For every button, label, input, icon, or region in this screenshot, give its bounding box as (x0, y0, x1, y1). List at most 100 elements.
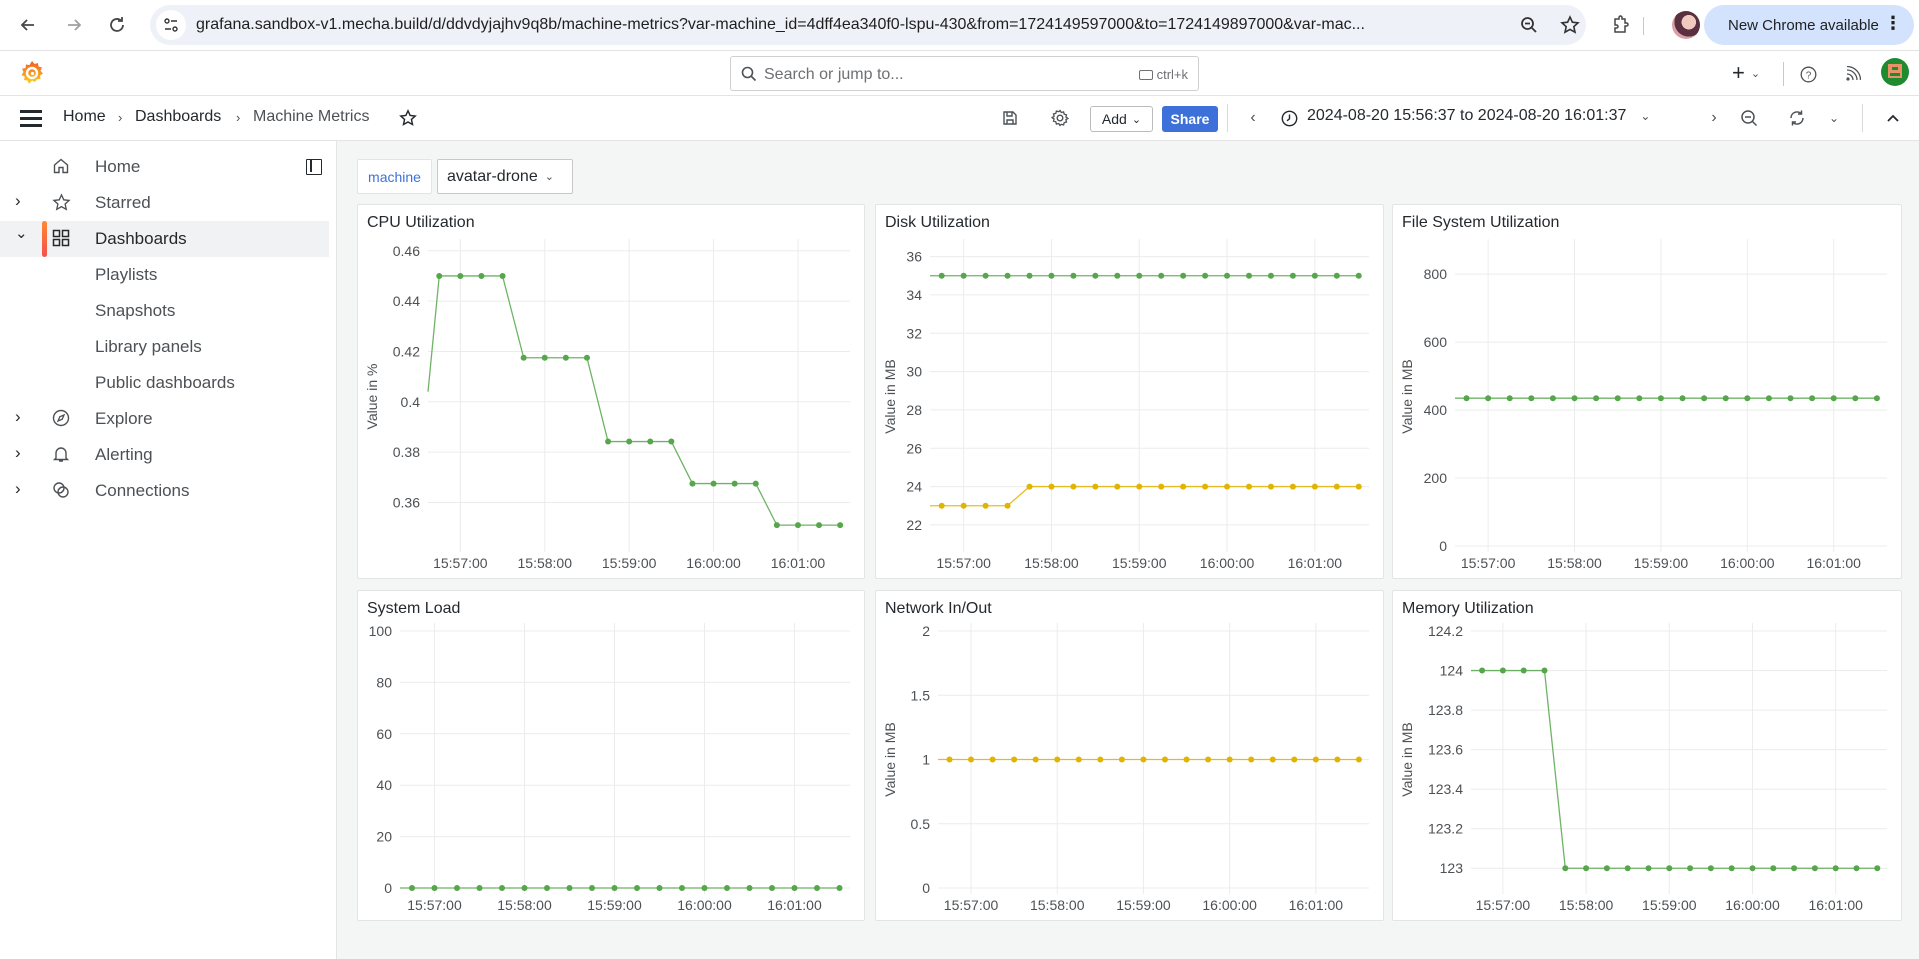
data-point[interactable] (1118, 756, 1125, 763)
sidebar-item-snapshots[interactable]: Snapshots (0, 293, 329, 329)
chevron-right-icon[interactable]: › (15, 443, 21, 463)
reload-icon[interactable] (101, 9, 133, 41)
data-point[interactable] (1291, 756, 1298, 763)
data-point[interactable] (1054, 756, 1061, 763)
data-point[interactable] (1593, 395, 1600, 402)
data-point[interactable] (1158, 483, 1165, 490)
data-point[interactable] (1048, 483, 1055, 490)
panel-memory-utilization[interactable]: Memory Utilization 123 123.2 123.4 123.6 123.… (1392, 590, 1902, 921)
panel-file-system-utilization[interactable]: File System Utilization 0 200 400 600 800 15:5… (1392, 204, 1902, 579)
data-point[interactable] (1334, 756, 1341, 763)
data-point[interactable] (1852, 395, 1859, 402)
time-back-icon[interactable]: ‹ (1244, 108, 1262, 128)
data-point[interactable] (436, 272, 443, 279)
data-point[interactable] (1267, 272, 1274, 279)
data-point[interactable] (1070, 483, 1077, 490)
data-point[interactable] (1506, 395, 1513, 402)
data-point[interactable] (1811, 865, 1818, 872)
data-point[interactable] (1011, 756, 1018, 763)
data-point[interactable] (1246, 483, 1253, 490)
user-avatar[interactable] (1881, 58, 1909, 86)
data-point[interactable] (1355, 483, 1362, 490)
data-point[interactable] (1874, 865, 1881, 872)
data-point[interactable] (746, 885, 753, 891)
data-point[interactable] (1830, 395, 1837, 402)
data-point[interactable] (1311, 272, 1318, 279)
data-point[interactable] (1749, 865, 1756, 872)
time-range-picker[interactable]: 2024-08-20 15:56:37 to 2024-08-20 16:01:… (1307, 107, 1650, 125)
data-point[interactable] (1140, 756, 1147, 763)
data-point[interactable] (689, 480, 696, 487)
bookmark-star-icon[interactable] (1554, 9, 1586, 41)
clock-icon[interactable] (1279, 108, 1299, 128)
settings-icon[interactable] (1050, 108, 1070, 128)
data-point[interactable] (1224, 483, 1231, 490)
data-point[interactable] (626, 438, 633, 445)
search-input[interactable]: Search or jump to... ctrl+k (730, 56, 1199, 91)
data-point[interactable] (1224, 272, 1231, 279)
data-point[interactable] (478, 272, 485, 279)
data-point[interactable] (1832, 865, 1839, 872)
data-point[interactable] (1687, 865, 1694, 872)
data-point[interactable] (731, 480, 738, 487)
share-button[interactable]: Share (1162, 106, 1218, 132)
data-point[interactable] (1289, 483, 1296, 490)
data-point[interactable] (1636, 395, 1643, 402)
data-point[interactable] (1479, 667, 1486, 674)
data-point[interactable] (541, 354, 548, 361)
data-point[interactable] (1355, 756, 1362, 763)
data-point[interactable] (1787, 395, 1794, 402)
data-point[interactable] (1809, 395, 1816, 402)
extensions-icon[interactable] (1604, 9, 1636, 41)
data-point[interactable] (1289, 272, 1296, 279)
panel-disk-utilization[interactable]: Disk Utilization 22 24 26 28 30 32 34 36 15:57:00… (875, 204, 1384, 579)
chevron-right-icon[interactable]: › (15, 407, 21, 427)
data-point[interactable] (1333, 272, 1340, 279)
menu-icon[interactable] (20, 110, 42, 127)
data-point[interactable] (476, 885, 483, 891)
breadcrumb-dashboards[interactable]: Dashboards (135, 108, 221, 126)
data-point[interactable] (1004, 502, 1011, 509)
data-point[interactable] (1161, 756, 1168, 763)
data-point[interactable] (1614, 395, 1621, 402)
refresh-icon[interactable] (1786, 108, 1808, 128)
data-point[interactable] (791, 885, 798, 891)
data-point[interactable] (1183, 756, 1190, 763)
data-point[interactable] (1048, 272, 1055, 279)
data-point[interactable] (773, 522, 780, 529)
data-point[interactable] (752, 480, 759, 487)
sidebar-item-connections[interactable]: › Connections (0, 473, 329, 509)
data-point[interactable] (1158, 272, 1165, 279)
grafana-logo[interactable] (19, 60, 45, 86)
data-point[interactable] (1645, 865, 1652, 872)
data-point[interactable] (794, 522, 801, 529)
url-text[interactable]: grafana.sandbox-v1.mecha.build/d/ddvdyja… (196, 16, 1486, 34)
data-point[interactable] (1624, 865, 1631, 872)
address-bar[interactable]: grafana.sandbox-v1.mecha.build/d/ddvdyja… (150, 5, 1586, 45)
data-point[interactable] (1246, 272, 1253, 279)
data-point[interactable] (1248, 756, 1255, 763)
data-point[interactable] (1180, 483, 1187, 490)
panel-network-in-out[interactable]: Network In/Out 0 0.5 1 1.5 2 15:57:00 15:58:00 1… (875, 590, 1384, 921)
data-point[interactable] (605, 438, 612, 445)
data-point[interactable] (1728, 865, 1735, 872)
data-point[interactable] (816, 522, 823, 529)
data-point[interactable] (1004, 272, 1011, 279)
data-point[interactable] (724, 885, 730, 891)
data-point[interactable] (982, 272, 989, 279)
data-point[interactable] (946, 756, 953, 763)
zoom-icon[interactable] (1513, 9, 1545, 41)
data-point[interactable] (1180, 272, 1187, 279)
data-point[interactable] (1026, 272, 1033, 279)
data-point[interactable] (656, 885, 663, 891)
star-icon[interactable] (398, 108, 418, 128)
data-point[interactable] (454, 885, 460, 891)
data-point[interactable] (562, 354, 569, 361)
data-point[interactable] (1765, 395, 1772, 402)
data-point[interactable] (960, 272, 967, 279)
data-point[interactable] (837, 522, 844, 529)
data-point[interactable] (634, 885, 640, 891)
data-point[interactable] (982, 502, 989, 509)
data-point[interactable] (1549, 395, 1556, 402)
data-point[interactable] (1205, 756, 1212, 763)
